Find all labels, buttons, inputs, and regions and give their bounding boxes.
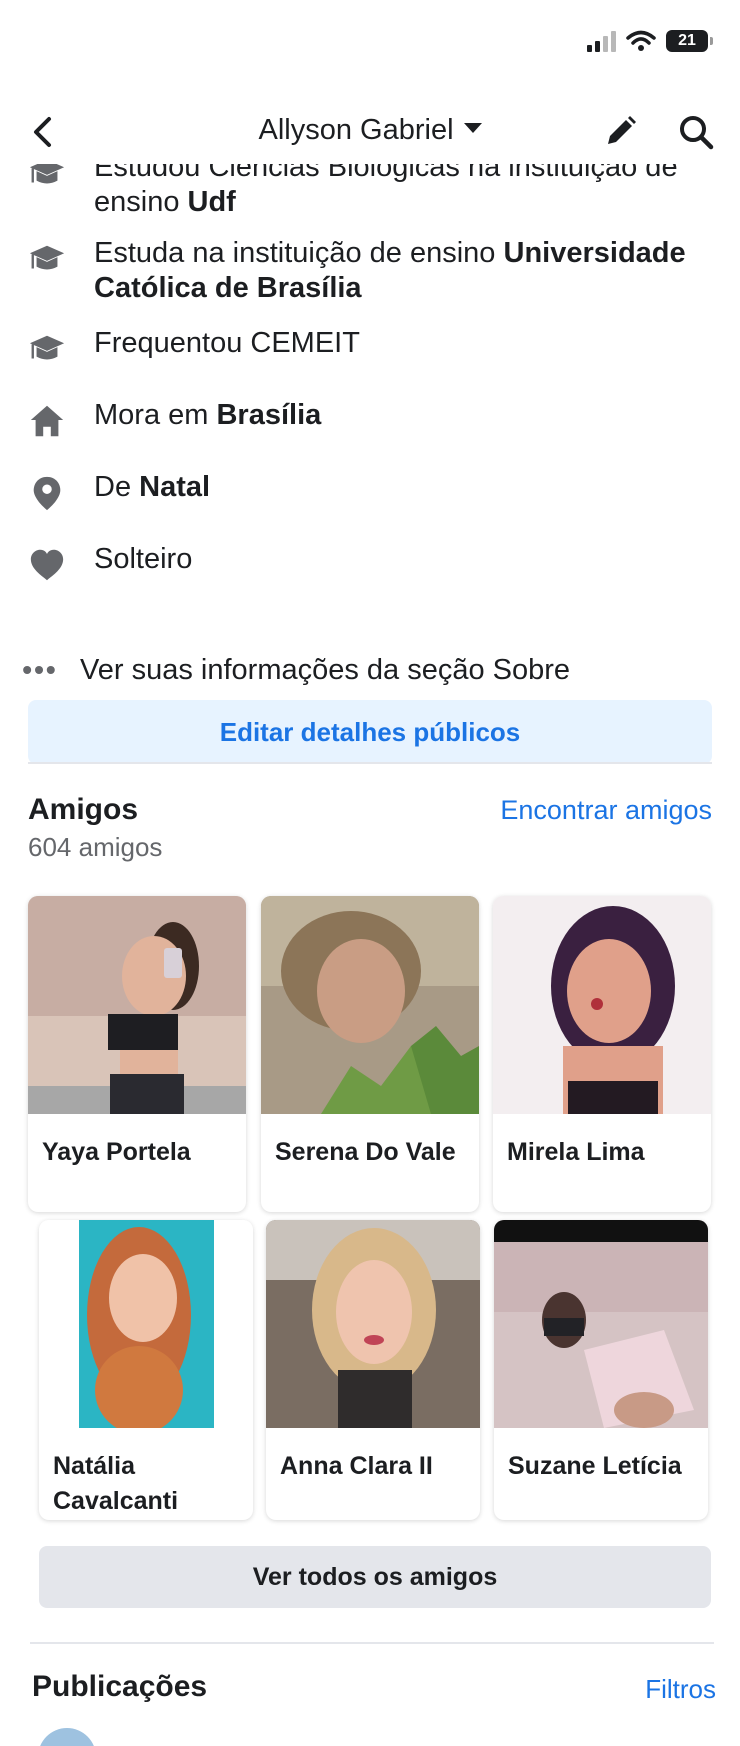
intro-item-text: Estudou Ciências Biológicas na instituiç… bbox=[94, 164, 678, 218]
intro-item-text: Solteiro bbox=[94, 543, 193, 575]
chevron-down-icon bbox=[463, 123, 482, 134]
graduation-cap-icon bbox=[0, 236, 94, 306]
heart-icon bbox=[0, 542, 94, 584]
intro-item-education-udf: Estudou Ciências Biológicas na instituiç… bbox=[0, 164, 740, 220]
avatar[interactable] bbox=[38, 1728, 96, 1746]
friend-card[interactable]: Yaya Portela bbox=[28, 896, 246, 1212]
intro-section: Estudou Ciências Biológicas na instituiç… bbox=[0, 164, 740, 694]
friend-card[interactable]: Anna Clara II bbox=[266, 1220, 480, 1520]
battery-icon: 21 bbox=[666, 30, 713, 52]
intro-item-text: Mora em Brasília bbox=[94, 399, 322, 431]
filters-link[interactable]: Filtros bbox=[645, 1674, 716, 1705]
friend-card[interactable]: Natália Cavalcanti bbox=[39, 1220, 253, 1520]
friend-name: Mirela Lima bbox=[507, 1138, 645, 1166]
friends-section-title: Amigos bbox=[28, 793, 139, 826]
nav-bar: Allyson Gabriel bbox=[0, 100, 740, 164]
intro-item-text: De Natal bbox=[94, 471, 211, 503]
search-icon[interactable] bbox=[676, 112, 716, 152]
friends-count: 604 amigos bbox=[28, 832, 163, 862]
friend-card[interactable]: Mirela Lima bbox=[493, 896, 711, 1212]
cellular-signal-icon bbox=[587, 30, 616, 52]
friend-photo bbox=[39, 1220, 253, 1434]
friend-card[interactable]: Serena Do Vale bbox=[261, 896, 479, 1212]
intro-item-education-cemeit: Frequentou CEMEIT bbox=[0, 326, 740, 368]
friend-name: Serena Do Vale bbox=[275, 1138, 456, 1166]
friend-name: Suzane Letícia bbox=[508, 1452, 682, 1480]
friend-card[interactable]: Suzane Letícia bbox=[494, 1220, 708, 1520]
intro-item-relationship: Solteiro bbox=[0, 542, 740, 584]
more-dots-icon: ••• bbox=[22, 654, 58, 685]
friend-name: Yaya Portela bbox=[42, 1138, 191, 1166]
posts-section-title: Publicações bbox=[32, 1670, 208, 1703]
wifi-icon bbox=[626, 30, 656, 51]
location-pin-icon bbox=[0, 470, 94, 512]
intro-item-text: Estuda na instituição de ensino Universi… bbox=[94, 237, 686, 304]
intro-item-from: De Natal bbox=[0, 470, 740, 512]
friend-photo bbox=[261, 896, 479, 1114]
see-about-info-link[interactable]: ••• Ver suas informações da seção Sobre bbox=[0, 648, 740, 692]
graduation-cap-icon bbox=[0, 326, 94, 368]
intro-item-lives-in: Mora em Brasília bbox=[0, 398, 740, 440]
divider bbox=[28, 762, 712, 764]
see-all-friends-button[interactable]: Ver todos os amigos bbox=[39, 1546, 711, 1608]
friend-photo bbox=[28, 896, 246, 1114]
intro-item-education-ucb: Estuda na instituição de ensino Universi… bbox=[0, 236, 740, 306]
status-bar: 21 bbox=[0, 0, 740, 90]
friend-name: Anna Clara II bbox=[280, 1452, 433, 1480]
divider bbox=[30, 1642, 714, 1644]
friend-photo bbox=[493, 896, 711, 1114]
profile-name: Allyson Gabriel bbox=[258, 114, 454, 146]
friend-photo bbox=[494, 1220, 708, 1428]
pencil-icon[interactable] bbox=[600, 112, 640, 152]
friend-name: Natália Cavalcanti bbox=[53, 1452, 179, 1515]
edit-public-details-button[interactable]: Editar detalhes públicos bbox=[28, 700, 712, 764]
intro-item-text: Frequentou CEMEIT bbox=[94, 327, 360, 359]
find-friends-link[interactable]: Encontrar amigos bbox=[500, 795, 712, 826]
friend-photo bbox=[266, 1220, 480, 1428]
home-icon bbox=[0, 398, 94, 440]
see-about-info-label: Ver suas informações da seção Sobre bbox=[80, 653, 571, 686]
status-icons: 21 bbox=[587, 30, 713, 52]
graduation-cap-icon bbox=[0, 164, 94, 220]
